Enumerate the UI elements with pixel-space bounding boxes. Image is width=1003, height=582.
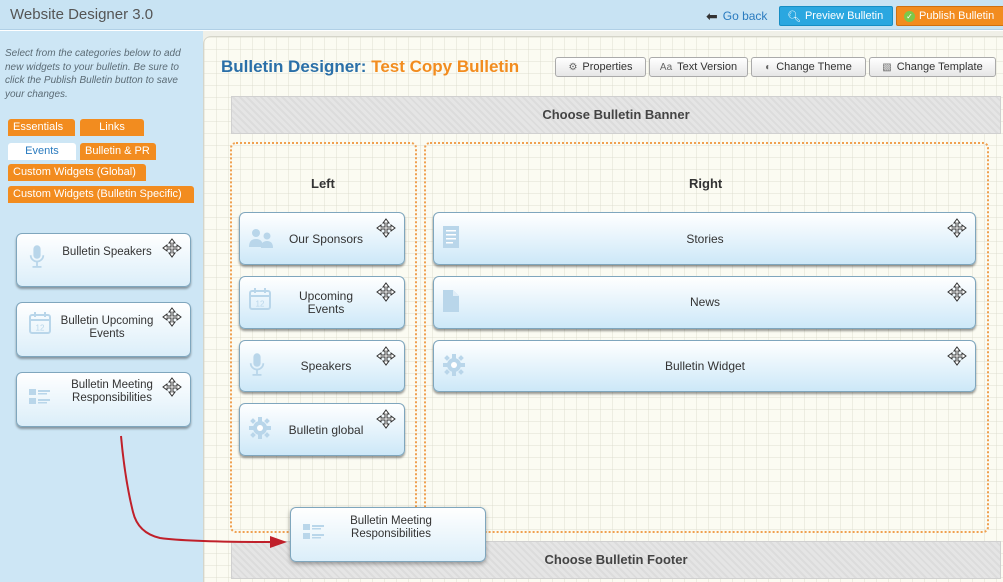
designer-area: Bulletin Designer: Test Copy Bulletin ⚙ … bbox=[203, 31, 1003, 582]
microphone-icon bbox=[248, 351, 266, 379]
widget-label: Stories bbox=[686, 232, 724, 246]
widget-label: Bulletin Meeting Responsibilities bbox=[350, 515, 432, 540]
widget-label: Bulletin Meeting Responsibilities bbox=[71, 379, 153, 404]
move-icon[interactable] bbox=[947, 346, 967, 366]
search-icon: 🔍︎ bbox=[787, 10, 801, 23]
document-icon bbox=[442, 225, 460, 249]
move-icon[interactable] bbox=[376, 346, 396, 366]
check-circle-icon: ✓ bbox=[904, 10, 915, 22]
news-icon bbox=[442, 289, 460, 313]
widget-speakers[interactable]: Speakers bbox=[239, 340, 405, 392]
move-icon[interactable] bbox=[376, 282, 396, 302]
template-icon: ▧ bbox=[882, 61, 892, 73]
palette-icon: ◐ bbox=[765, 61, 772, 73]
widget-label: Bulletin global bbox=[288, 423, 364, 437]
widget-label: Bulletin Widget bbox=[664, 359, 746, 373]
sidebar-widget-bulletin-meeting-responsibilities[interactable]: Bulletin Meeting Responsibilities bbox=[16, 372, 191, 427]
sidebar-widget-bulletin-speakers[interactable]: Bulletin Speakers bbox=[16, 233, 191, 287]
change-theme-button[interactable]: ◐ Change Theme bbox=[751, 57, 866, 77]
list-icon bbox=[302, 522, 326, 542]
banner-area[interactable]: Choose Bulletin Banner bbox=[231, 96, 1001, 134]
category-tab-custom-bulletin-specific[interactable]: Custom Widgets (Bulletin Specific) bbox=[8, 186, 194, 203]
sidebar-widget-bulletin-upcoming-events[interactable]: Bulletin Upcoming Events bbox=[16, 302, 191, 357]
calendar-icon bbox=[248, 287, 272, 311]
widget-news[interactable]: News bbox=[433, 276, 976, 329]
people-icon bbox=[248, 227, 276, 249]
preview-bulletin-label: Preview Bulletin bbox=[804, 10, 884, 22]
arrow-left-icon: ⬅ bbox=[706, 8, 718, 24]
text-version-label: Text Version bbox=[677, 61, 738, 73]
move-icon[interactable] bbox=[376, 409, 396, 429]
font-icon: Aa bbox=[659, 61, 673, 73]
left-column-title: Left bbox=[311, 176, 335, 191]
sidebar: Select from the categories below to add … bbox=[0, 31, 203, 582]
widget-label: Speakers bbox=[300, 359, 352, 373]
gears-icon bbox=[248, 416, 272, 440]
widget-label: Our Sponsors bbox=[288, 232, 364, 246]
move-icon[interactable] bbox=[947, 218, 967, 238]
microphone-icon bbox=[28, 243, 46, 271]
change-theme-label: Change Theme bbox=[776, 61, 852, 73]
widget-label: Bulletin Upcoming Events bbox=[60, 315, 154, 340]
top-bar: Website Designer 3.0 ⬅ Go back 🔍︎ Previe… bbox=[0, 0, 1003, 30]
move-icon[interactable] bbox=[162, 307, 182, 327]
properties-button[interactable]: ⚙ Properties bbox=[555, 57, 646, 77]
widget-stories[interactable]: Stories bbox=[433, 212, 976, 265]
calendar-icon bbox=[28, 311, 52, 335]
publish-bulletin-button[interactable]: ✓ Publish Bulletin bbox=[896, 6, 1003, 26]
category-tab-events[interactable]: Events bbox=[8, 143, 76, 160]
widget-our-sponsors[interactable]: Our Sponsors bbox=[239, 212, 405, 265]
gear-icon: ⚙ bbox=[568, 61, 578, 73]
widget-upcoming-events[interactable]: Upcoming Events bbox=[239, 276, 405, 329]
designer-panel: Bulletin Designer: Test Copy Bulletin ⚙ … bbox=[203, 36, 1003, 582]
widget-label: Bulletin Speakers bbox=[62, 246, 152, 258]
title-prefix: Bulletin Designer: bbox=[221, 57, 367, 76]
list-icon bbox=[28, 387, 52, 407]
move-icon[interactable] bbox=[162, 238, 182, 258]
move-icon[interactable] bbox=[376, 218, 396, 238]
publish-bulletin-label: Publish Bulletin bbox=[919, 10, 995, 22]
app-title: Website Designer 3.0 bbox=[10, 6, 154, 23]
dragging-widget-bulletin-meeting-responsibilities[interactable]: Bulletin Meeting Responsibilities bbox=[290, 507, 486, 562]
widget-bulletin-global[interactable]: Bulletin global bbox=[239, 403, 405, 456]
widget-label: Upcoming Events bbox=[298, 289, 354, 316]
category-tab-bulletin-pr[interactable]: Bulletin & PR bbox=[80, 143, 156, 160]
right-column-title: Right bbox=[689, 176, 723, 191]
go-back-label: Go back bbox=[722, 9, 768, 23]
bulletin-name: Test Copy Bulletin bbox=[371, 57, 520, 76]
widget-bulletin-widget[interactable]: Bulletin Widget bbox=[433, 340, 976, 392]
gear-icon bbox=[442, 353, 466, 377]
change-template-label: Change Template bbox=[896, 61, 983, 73]
category-tab-essentials[interactable]: Essentials bbox=[8, 119, 75, 136]
move-icon[interactable] bbox=[947, 282, 967, 302]
text-version-button[interactable]: Aa Text Version bbox=[649, 57, 748, 77]
page-title: Bulletin Designer: Test Copy Bulletin bbox=[221, 57, 519, 77]
category-tab-custom-global[interactable]: Custom Widgets (Global) bbox=[8, 164, 146, 181]
widget-label: News bbox=[689, 295, 720, 309]
properties-label: Properties bbox=[582, 61, 633, 73]
left-column bbox=[230, 142, 417, 533]
preview-bulletin-button[interactable]: 🔍︎ Preview Bulletin bbox=[779, 6, 893, 26]
move-icon[interactable] bbox=[162, 377, 182, 397]
go-back-link[interactable]: ⬅ Go back bbox=[706, 9, 767, 23]
change-template-button[interactable]: ▧ Change Template bbox=[869, 57, 996, 77]
category-tab-links[interactable]: Links bbox=[80, 119, 144, 136]
sidebar-instructions: Select from the categories below to add … bbox=[5, 48, 181, 100]
right-column bbox=[424, 142, 989, 533]
